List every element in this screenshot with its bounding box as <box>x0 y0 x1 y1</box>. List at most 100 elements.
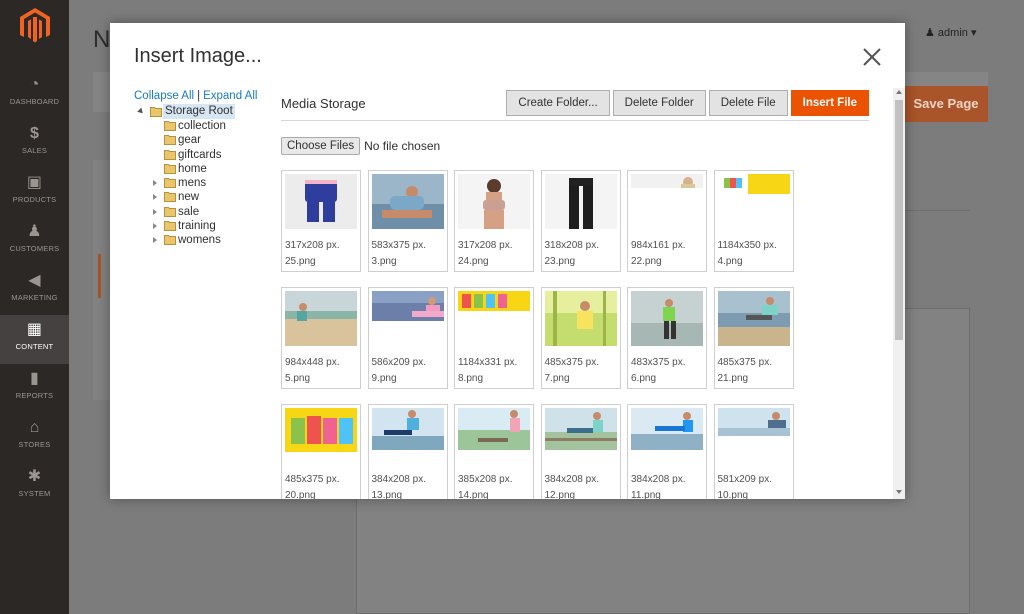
save-page-button[interactable]: Save Page <box>904 86 988 122</box>
box-icon: ▣ <box>26 174 43 191</box>
file-dimensions: 984x448 px. <box>285 357 340 368</box>
tree-folder-label: training <box>178 220 216 233</box>
file-tile[interactable]: 485x375 px. 20.png <box>281 404 361 499</box>
tree-controls-separator: | <box>197 90 201 102</box>
expand-arrow-icon[interactable] <box>153 237 157 244</box>
file-tile[interactable]: 317x208 px. 25.png <box>281 170 361 272</box>
thumbnail-image <box>544 291 617 346</box>
expanded-arrow-icon[interactable] <box>137 107 145 116</box>
delete-folder-button[interactable]: Delete Folder <box>612 90 706 116</box>
folder-icon <box>164 163 176 174</box>
nav-item-label: PRODUCTS <box>12 195 57 204</box>
choose-files-button[interactable]: Choose Files <box>281 137 361 155</box>
thumbnail-image <box>285 291 357 346</box>
chevron-down-icon: ▾ <box>970 27 977 39</box>
file-dimensions: 318x208 px. <box>544 240 600 251</box>
nav-item-stores[interactable]: ⌂ STORES <box>0 413 69 462</box>
file-tile[interactable]: 586x209 px. 9.png <box>367 287 448 389</box>
folder-icon <box>150 107 162 117</box>
thumbnail-image <box>458 291 530 346</box>
file-upload: Choose Files No file chosen <box>281 137 440 155</box>
expand-arrow-icon[interactable] <box>153 223 157 230</box>
nav-item-label: DASHBOARD <box>9 97 60 106</box>
nav-item-dashboard[interactable]: ◔ DASHBOARD <box>0 70 69 119</box>
file-name: 22.png <box>631 256 662 267</box>
expand-all-link[interactable]: Expand All <box>203 90 257 102</box>
file-tile[interactable]: 1184x331 px. 8.png <box>454 287 534 389</box>
file-tile[interactable]: 984x161 px. 22.png <box>627 170 707 272</box>
file-name: 6.png <box>631 373 657 384</box>
file-tile[interactable]: 485x375 px. 21.png <box>713 287 794 389</box>
file-dimensions: 384x208 px. <box>371 474 427 485</box>
media-toolbar: Create Folder... Delete Folder Delete Fi… <box>506 90 869 116</box>
file-tile[interactable]: 483x375 px. 6.png <box>627 287 707 389</box>
file-name: 9.png <box>371 373 397 384</box>
insert-file-button[interactable]: Insert File <box>790 90 869 116</box>
file-tile[interactable]: 318x208 px. 23.png <box>540 170 621 272</box>
thumbnail-image <box>717 291 790 346</box>
file-dimensions: 1184x331 px. <box>458 357 518 368</box>
close-icon[interactable] <box>860 45 884 69</box>
file-dimensions: 384x208 px. <box>544 474 600 485</box>
scroll-thumb[interactable] <box>895 100 903 340</box>
file-name: 24.png <box>458 256 489 267</box>
magento-logo-icon[interactable] <box>20 8 50 44</box>
file-dimensions: 384x208 px. <box>631 474 686 485</box>
file-tile[interactable]: 1184x350 px. 4.png <box>713 170 794 272</box>
thumbnail-image <box>544 408 617 463</box>
file-dimensions: 485x375 px. <box>717 357 773 368</box>
thumbnail-image <box>717 174 790 229</box>
tree-folder-label: new <box>178 191 200 204</box>
folder-icon <box>164 135 176 146</box>
file-tile[interactable]: 384x208 px. 12.png <box>540 404 621 499</box>
file-name: 4.png <box>717 256 743 267</box>
file-tile[interactable]: 384x208 px. 11.png <box>627 404 707 499</box>
dashboard-icon: ◔ <box>29 76 40 93</box>
nav-item-label: REPORTS <box>15 391 54 400</box>
scroll-up-icon[interactable] <box>896 90 902 94</box>
nav-item-label: CUSTOMERS <box>9 244 60 253</box>
expand-arrow-icon[interactable] <box>153 194 157 201</box>
tree-folder-label: gear <box>178 134 202 147</box>
file-dimensions: 385x208 px. <box>458 474 513 485</box>
divider <box>904 210 970 211</box>
nav-item-system[interactable]: ✱ SYSTEM <box>0 462 69 511</box>
file-name: 20.png <box>285 490 316 499</box>
file-tile[interactable]: 583x375 px. 3.png <box>367 170 448 272</box>
file-dimensions: 586x209 px. <box>371 357 427 368</box>
file-name: 7.png <box>544 373 570 384</box>
file-dimensions: 583x375 px. <box>371 240 427 251</box>
file-tile[interactable]: 384x208 px. 13.png <box>367 404 448 499</box>
divider <box>281 120 869 121</box>
file-tile[interactable]: 581x209 px. 10.png <box>713 404 794 499</box>
file-tile[interactable]: 984x448 px. 5.png <box>281 287 361 389</box>
nav-item-customers[interactable]: ♟ CUSTOMERS <box>0 217 69 266</box>
user-menu[interactable]: ♟ admin ▾ <box>925 26 976 39</box>
file-name: 14.png <box>458 490 489 499</box>
collapse-all-link[interactable]: Collapse All <box>134 90 194 102</box>
nav-item-sales[interactable]: $ SALES <box>0 119 69 168</box>
user-name: admin <box>937 27 968 39</box>
file-tile[interactable]: 485x375 px. 7.png <box>540 287 621 389</box>
nav-item-products[interactable]: ▣ PRODUCTS <box>0 168 69 217</box>
expand-arrow-icon[interactable] <box>153 208 157 215</box>
nav-item-label: CONTENT <box>15 342 54 351</box>
layout-icon: ▦ <box>26 321 43 338</box>
file-tile[interactable]: 317x208 px. 24.png <box>454 170 534 272</box>
file-dimensions: 483x375 px. <box>631 357 686 368</box>
thumbnail-image <box>631 408 703 463</box>
thumbnail-image <box>371 174 444 229</box>
expand-arrow-icon[interactable] <box>153 180 157 187</box>
file-name: 13.png <box>371 490 403 499</box>
modal-scrollbar[interactable] <box>893 88 905 499</box>
nav-item-reports[interactable]: ▮ REPORTS <box>0 364 69 413</box>
thumbnail-image <box>371 408 444 463</box>
scroll-down-icon[interactable] <box>896 490 902 494</box>
bar-chart-icon: ▮ <box>29 370 39 387</box>
nav-item-marketing[interactable]: ◀ MARKETING <box>0 266 69 315</box>
nav-item-content[interactable]: ▦ CONTENT <box>0 315 69 364</box>
create-folder-button[interactable]: Create Folder... <box>506 90 610 116</box>
delete-file-button[interactable]: Delete File <box>708 90 788 116</box>
file-tile[interactable]: 385x208 px. 14.png <box>454 404 534 499</box>
tree-folder-label: mens <box>178 177 207 190</box>
